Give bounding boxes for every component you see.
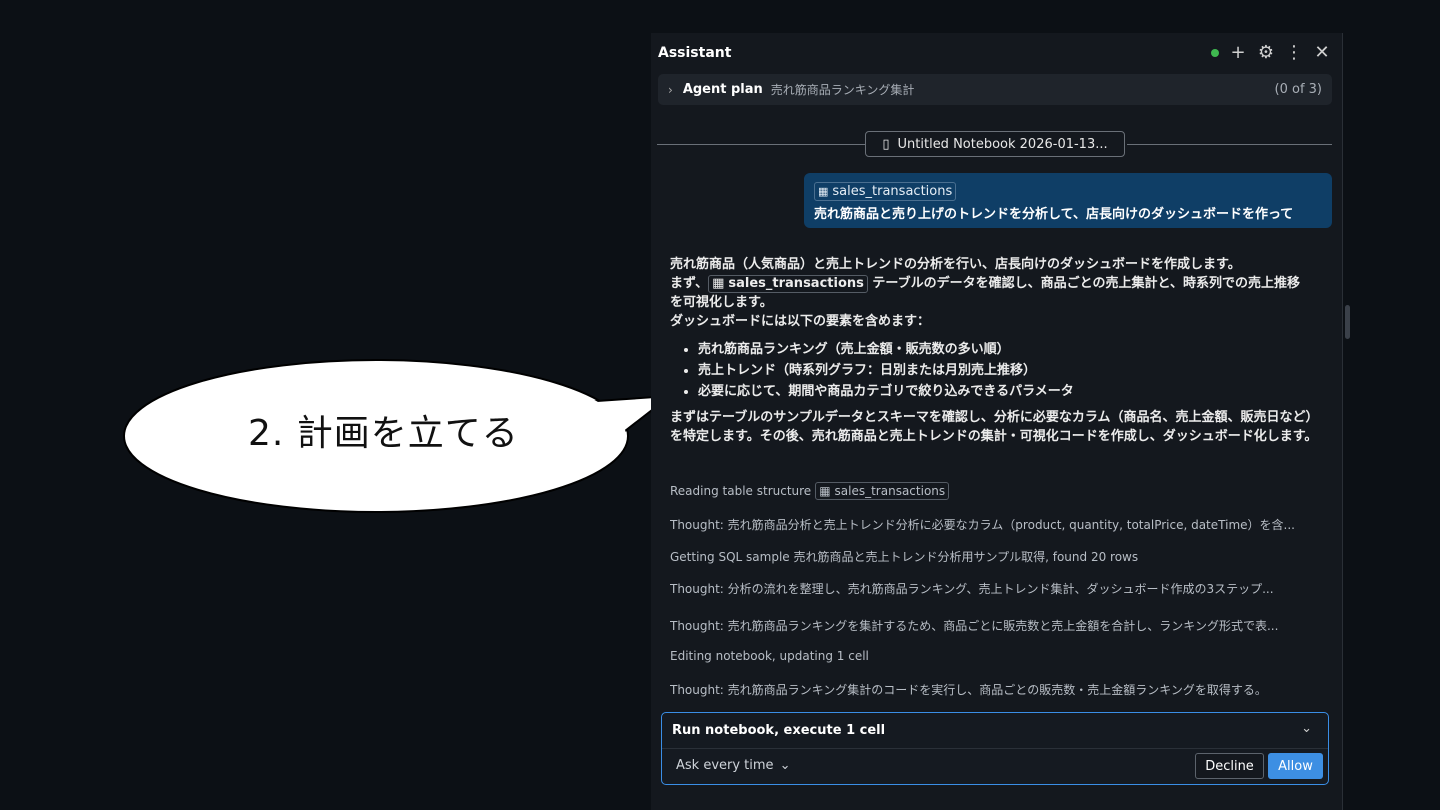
divider-left bbox=[657, 144, 865, 145]
agent-plan-count: (0 of 3) bbox=[1274, 82, 1322, 97]
table-chip-label: sales_transactions bbox=[832, 184, 953, 199]
reply-text: テーブルのデータを確認し、商品ごとの売上集計と、時系列での売上推移 bbox=[872, 276, 1300, 291]
log-item[interactable]: Reading table structure ▦ sales_transacti… bbox=[670, 482, 1330, 500]
log-item[interactable]: Thought: 分析の流れを整理し、売れ筋商品ランキング、売上トレンド集計、ダ… bbox=[670, 580, 1330, 597]
log-item[interactable]: Getting SQL sample 売れ筋商品と売上トレンド分析用サンプル取得… bbox=[670, 548, 1330, 565]
decline-button[interactable]: Decline bbox=[1195, 753, 1264, 779]
reply-paragraph: まずはテーブルのサンプルデータとスキーマを確認し、分析に必要なカラム（商品名、売… bbox=[670, 410, 1319, 444]
reply-text: まず、 bbox=[670, 276, 709, 291]
allow-button[interactable]: Allow bbox=[1268, 753, 1323, 779]
notebook-name: Untitled Notebook 2026-01-13... bbox=[897, 136, 1108, 152]
add-icon[interactable]: + bbox=[1229, 44, 1247, 62]
user-message-text: 売れ筋商品と売り上げのトレンドを分析して、店長向けのダッシュボードを作って bbox=[814, 207, 1294, 222]
tool-approval-card: Run notebook, execute 1 cell ⌄ Ask every… bbox=[661, 712, 1329, 785]
assistant-reply: 売れ筋商品（人気商品）と売上トレンドの分析を行い、店長向けのダッシュボードを作成… bbox=[670, 255, 1322, 446]
panel-title: Assistant bbox=[658, 45, 732, 61]
reply-line: を可視化します。 bbox=[670, 295, 773, 310]
agent-plan-bar[interactable]: › Agent plan 売れ筋商品ランキング集計 (0 of 3) bbox=[658, 74, 1332, 105]
callout-text: 2. 計画を立てる bbox=[248, 413, 519, 454]
list-item: 売れ筋商品ランキング（売上金額・販売数の多い順） bbox=[698, 339, 1322, 360]
table-icon: ▦ bbox=[712, 276, 725, 291]
close-icon[interactable]: ✕ bbox=[1313, 44, 1331, 62]
agent-plan-subtitle: 売れ筋商品ランキング集計 bbox=[770, 83, 915, 97]
notebook-divider: ▯ Untitled Notebook 2026-01-13... bbox=[657, 131, 1332, 157]
log-item[interactable]: Editing notebook, updating 1 cell bbox=[670, 649, 1330, 663]
log-item[interactable]: Thought: 売れ筋商品ランキング集計のコードを実行し、商品ごとの販売数・売… bbox=[670, 681, 1330, 698]
chevron-right-icon: › bbox=[668, 82, 673, 97]
table-chip[interactable]: ▦ sales_transactions bbox=[708, 274, 868, 293]
divider bbox=[662, 748, 1328, 749]
reply-line: 売れ筋商品（人気商品）と売上トレンドの分析を行い、店長向けのダッシュボードを作成… bbox=[670, 257, 1241, 272]
list-item: 必要に応じて、期間や商品カテゴリで絞り込みできるパラメータ bbox=[698, 381, 1322, 402]
ask-every-time-dropdown[interactable]: Ask every time ⌄ bbox=[676, 758, 790, 773]
panel-header: Assistant + ⚙ ⋮ ✕ bbox=[658, 41, 1331, 65]
scrollbar-thumb[interactable] bbox=[1345, 305, 1350, 339]
agent-plan-label: Agent plan bbox=[682, 82, 763, 97]
reply-bullets: 売れ筋商品ランキング（売上金額・販売数の多い順） 売上トレンド（時系列グラフ：日… bbox=[670, 339, 1322, 402]
table-chip-label: sales_transactions bbox=[834, 484, 946, 498]
notebook-chip[interactable]: ▯ Untitled Notebook 2026-01-13... bbox=[865, 131, 1125, 157]
table-icon: ▦ bbox=[819, 484, 831, 498]
log-item[interactable]: Thought: 売れ筋商品ランキングを集計するため、商品ごとに販売数と売上金額… bbox=[670, 617, 1330, 634]
log-text: Reading table structure bbox=[670, 484, 812, 498]
user-message: ▦ sales_transactions 売れ筋商品と売り上げのトレンドを分析し… bbox=[804, 173, 1332, 228]
divider-right bbox=[1127, 144, 1332, 145]
gear-icon[interactable]: ⚙ bbox=[1257, 44, 1275, 62]
chevron-down-icon[interactable]: ⌄ bbox=[1301, 721, 1312, 736]
chevron-down-icon: ⌄ bbox=[779, 758, 791, 773]
reply-line: ダッシュボードには以下の要素を含めます： bbox=[670, 314, 931, 329]
notebook-icon: ▯ bbox=[882, 136, 890, 152]
status-dot-icon bbox=[1211, 49, 1219, 57]
callout-bubble bbox=[123, 359, 674, 513]
list-item: 売上トレンド（時系列グラフ：日別または月別売上推移） bbox=[698, 360, 1322, 381]
table-chip[interactable]: ▦ sales_transactions bbox=[815, 482, 950, 500]
log-item[interactable]: Thought: 売れ筋商品分析と売上トレンド分析に必要なカラム（product… bbox=[670, 516, 1330, 533]
assistant-panel: Assistant + ⚙ ⋮ ✕ › Agent plan 売れ筋商品ランキン… bbox=[651, 33, 1343, 810]
ask-label: Ask every time bbox=[676, 758, 774, 773]
table-chip-label: sales_transactions bbox=[728, 276, 864, 291]
table-chip[interactable]: ▦ sales_transactions bbox=[814, 182, 957, 201]
table-icon: ▦ bbox=[818, 185, 829, 198]
approval-title: Run notebook, execute 1 cell bbox=[672, 723, 886, 738]
reply-line: まず、 ▦ sales_transactions テーブルのデータを確認し、商品ごと… bbox=[670, 274, 1322, 293]
more-vertical-icon[interactable]: ⋮ bbox=[1285, 44, 1303, 62]
